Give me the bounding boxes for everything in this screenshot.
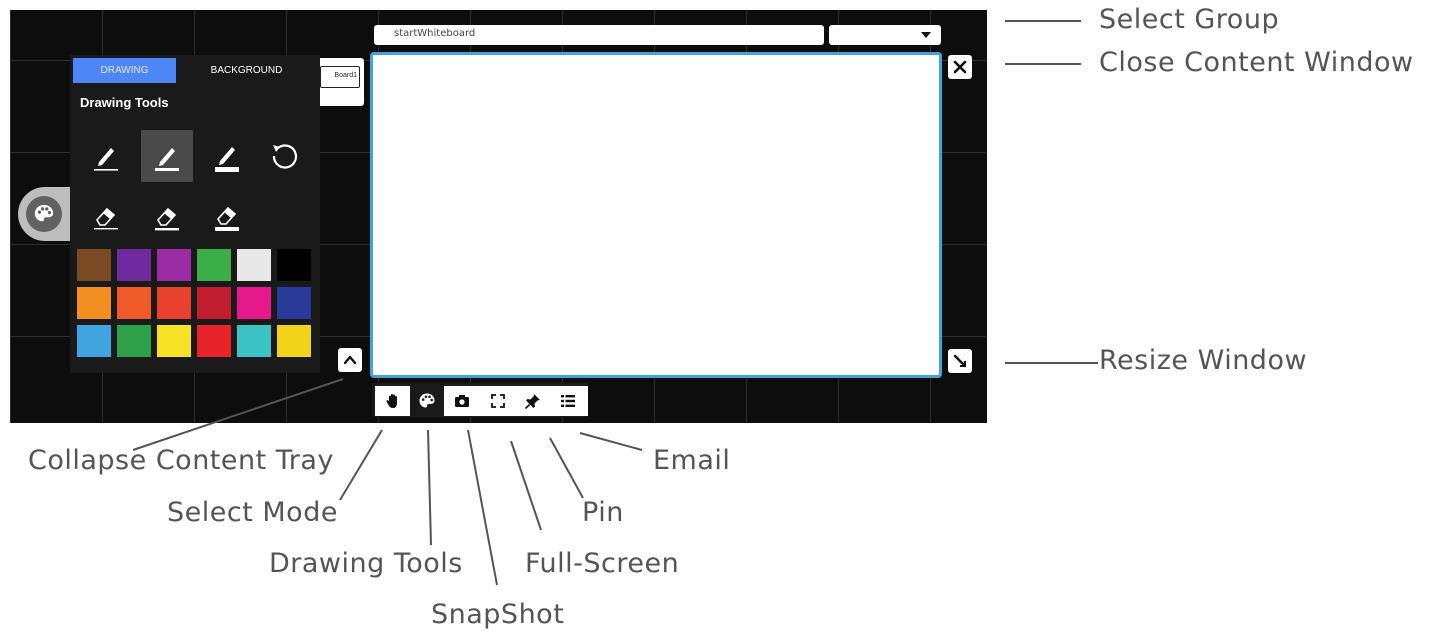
- color-swatch[interactable]: [277, 249, 311, 281]
- eraser-large-tool[interactable]: [201, 190, 253, 242]
- color-swatch[interactable]: [117, 325, 151, 357]
- callout-drawing-tools: Drawing Tools: [269, 548, 463, 579]
- color-swatch[interactable]: [77, 325, 111, 357]
- thumbnail-label: Board1: [320, 66, 360, 88]
- pen-thick-icon: [215, 147, 239, 172]
- palette-icon: [34, 204, 54, 222]
- pin-icon: [524, 394, 540, 410]
- close-content-window-button[interactable]: [948, 55, 972, 79]
- panel-tabs: DRAWING BACKGROUND: [73, 58, 317, 83]
- drawing-tools-button[interactable]: [409, 386, 444, 416]
- callout-select-group: Select Group: [1099, 4, 1280, 35]
- color-swatch[interactable]: [117, 249, 151, 281]
- camera-icon: [454, 395, 469, 407]
- undo-icon: [272, 144, 298, 169]
- color-swatch[interactable]: [277, 287, 311, 319]
- color-swatch[interactable]: [157, 249, 191, 281]
- group-name-field[interactable]: startWhiteboard: [374, 25, 824, 45]
- fullscreen-icon: [490, 394, 505, 408]
- select-mode-button[interactable]: [375, 386, 410, 416]
- select-group-dropdown[interactable]: [829, 25, 941, 45]
- color-swatch[interactable]: [197, 287, 231, 319]
- pen-thick-tool[interactable]: [201, 130, 253, 182]
- callout-snapshot: SnapShot: [431, 599, 565, 630]
- color-swatch[interactable]: [77, 287, 111, 319]
- color-swatch[interactable]: [197, 249, 231, 281]
- chevron-up-icon: [343, 355, 357, 365]
- chevron-down-icon: [921, 32, 931, 38]
- palette-tab-circle: [26, 196, 62, 232]
- drawing-tools-panel: DRAWING BACKGROUND Drawing Tools: [70, 55, 320, 373]
- color-swatch[interactable]: [237, 325, 271, 357]
- snapshot-button[interactable]: [444, 386, 479, 416]
- color-swatch[interactable]: [157, 287, 191, 319]
- pen-fine-tool[interactable]: [80, 130, 132, 182]
- color-swatch[interactable]: [157, 325, 191, 357]
- color-swatch[interactable]: [237, 249, 271, 281]
- color-swatch[interactable]: [277, 325, 311, 357]
- callout-select-mode: Select Mode: [167, 497, 338, 528]
- resize-icon: [953, 354, 967, 368]
- full-screen-button[interactable]: [480, 386, 515, 416]
- pen-fine-icon: [94, 148, 118, 171]
- undo-tool[interactable]: [258, 130, 310, 182]
- panel-title: Drawing Tools: [80, 95, 169, 110]
- tab-background[interactable]: BACKGROUND: [176, 58, 317, 83]
- callout-email: Email: [653, 445, 731, 476]
- callout-close-content-window: Close Content Window: [1099, 47, 1414, 78]
- pin-button[interactable]: [515, 386, 550, 416]
- pen-medium-tool[interactable]: [141, 130, 193, 182]
- content-window[interactable]: [370, 52, 942, 378]
- tab-drawing[interactable]: DRAWING: [73, 58, 176, 83]
- content-toolbar: [372, 383, 588, 417]
- eraser-medium-icon: [155, 207, 179, 231]
- collapse-content-tray-button[interactable]: [338, 348, 362, 372]
- content-thumbnail[interactable]: Board1: [316, 58, 364, 106]
- hand-icon: [385, 394, 397, 408]
- callout-pin: Pin: [582, 497, 624, 528]
- callout-collapse-content-tray: Collapse Content Tray: [28, 445, 334, 476]
- color-swatch[interactable]: [77, 249, 111, 281]
- eraser-large-icon: [215, 206, 239, 231]
- color-swatch[interactable]: [237, 287, 271, 319]
- eraser-small-icon: [94, 207, 118, 230]
- palette-icon: [419, 393, 434, 408]
- eraser-small-tool[interactable]: [80, 190, 132, 242]
- color-swatch[interactable]: [117, 287, 151, 319]
- callout-full-screen: Full-Screen: [525, 548, 680, 579]
- pen-medium-icon: [155, 148, 179, 171]
- list-icon: [560, 395, 575, 407]
- email-button[interactable]: [550, 386, 585, 416]
- eraser-medium-tool[interactable]: [141, 190, 193, 242]
- resize-window-button[interactable]: [948, 349, 972, 373]
- color-swatch[interactable]: [197, 325, 231, 357]
- close-icon: [953, 60, 967, 74]
- callout-resize-window: Resize Window: [1099, 345, 1308, 376]
